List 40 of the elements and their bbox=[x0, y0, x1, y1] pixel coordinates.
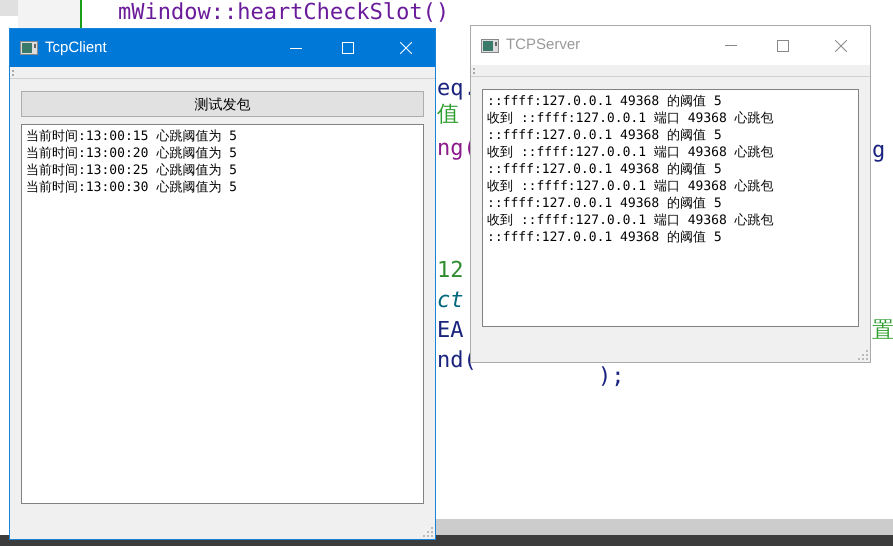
grip-icon[interactable] bbox=[473, 68, 476, 74]
log-line: 当前时间:13:00:25 心跳阈值为 5 bbox=[26, 162, 238, 179]
send-test-button[interactable]: 测试发包 bbox=[21, 91, 424, 117]
code-text: ct bbox=[437, 288, 464, 314]
resize-grip-icon[interactable] bbox=[858, 350, 868, 360]
code-text: eq. bbox=[437, 76, 477, 102]
grip-icon[interactable] bbox=[12, 70, 15, 76]
window-title: TcpClient bbox=[45, 38, 108, 58]
close-icon bbox=[835, 40, 847, 52]
code-text: 值 bbox=[437, 102, 459, 128]
close-icon bbox=[400, 42, 412, 54]
log-line: ::ffff:127.0.0.1 49368 的阈值 5 bbox=[487, 161, 723, 178]
log-area[interactable] bbox=[482, 89, 859, 327]
code-text: ); bbox=[598, 364, 624, 390]
minimize-icon bbox=[725, 45, 737, 46]
code-text: 置 bbox=[872, 318, 893, 344]
code-text: g bbox=[872, 138, 886, 164]
log-line: ::ffff:127.0.0.1 49368 的阈值 5 bbox=[487, 195, 723, 212]
code-text: mWindow::heartCheckSlot() bbox=[118, 0, 450, 26]
log-line: 当前时间:13:00:30 心跳阈值为 5 bbox=[26, 179, 238, 196]
maximize-icon bbox=[777, 40, 789, 52]
code-text: EA bbox=[437, 318, 464, 344]
log-line: ::ffff:127.0.0.1 49368 的阈值 5 bbox=[487, 127, 723, 144]
log-area[interactable]: 当前时间:13:00:15 心跳阈值为 5 当前时间:13:00:20 心跳阈值为 5 当前时间:13:00:25 心跳阈值为 5 当前时间:13:00:30 心跳阈值为 5 bbox=[21, 124, 424, 504]
log-line: 当前时间:13:00:20 心跳阈值为 5 bbox=[26, 145, 238, 162]
log-line: 收到 ::ffff:127.0.0.1 端口 49368 心跳包 bbox=[487, 144, 775, 161]
log-line: ::ffff:127.0.0.1 49368 的阈值 5 bbox=[487, 229, 723, 246]
app-icon bbox=[20, 41, 38, 55]
log-line: 收到 ::ffff:127.0.0.1 端口 49368 心跳包 bbox=[487, 212, 775, 229]
resize-grip-icon[interactable] bbox=[423, 527, 433, 537]
log-line: 收到 ::ffff:127.0.0.1 端口 49368 心跳包 bbox=[487, 178, 775, 195]
log-line: 收到 ::ffff:127.0.0.1 端口 49368 心跳包 bbox=[487, 110, 775, 127]
window-title: TCPServer bbox=[506, 35, 582, 56]
app-icon bbox=[481, 38, 499, 52]
log-line: 当前时间:13:00:15 心跳阈值为 5 bbox=[26, 128, 238, 145]
maximize-icon bbox=[342, 42, 354, 54]
editor-tab[interactable] bbox=[0, 0, 18, 16]
code-text: 12 bbox=[437, 258, 464, 284]
log-line: ::ffff:127.0.0.1 49368 的阈值 5 bbox=[487, 93, 723, 110]
scroll-bar[interactable] bbox=[435, 519, 893, 535]
